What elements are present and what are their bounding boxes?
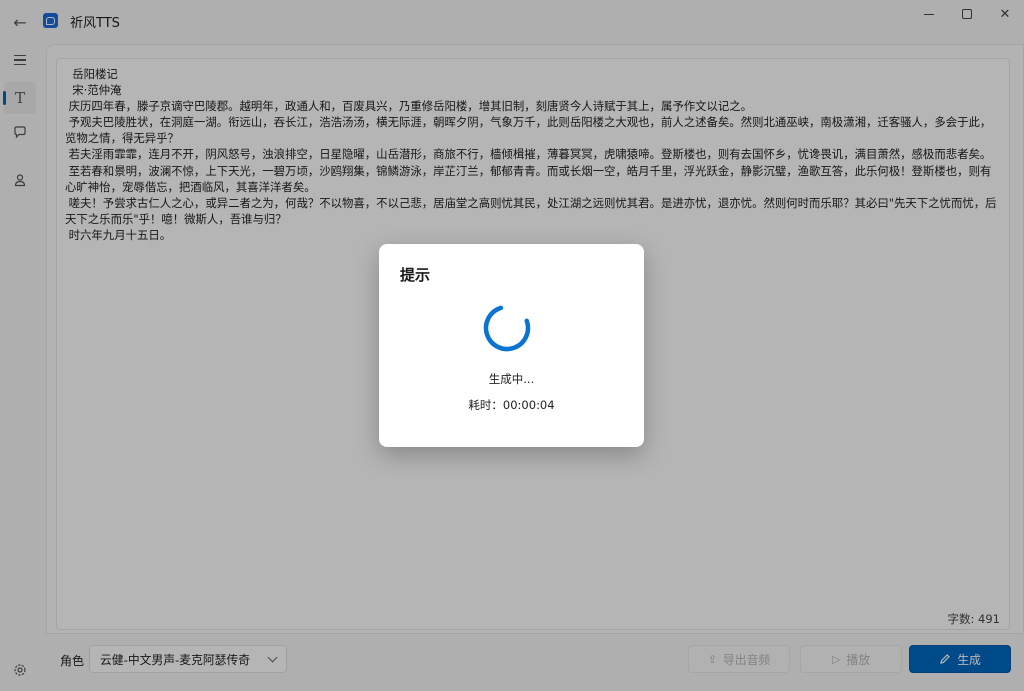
dialog-elapsed-time: 耗时：00:00:04 [468,398,555,412]
dialog-status: 生成中... [488,372,535,386]
loading-spinner-icon [483,304,531,352]
dialog-title: 提示 [400,266,431,284]
progress-dialog: 提示 生成中... 耗时：00:00:04 [379,244,644,447]
